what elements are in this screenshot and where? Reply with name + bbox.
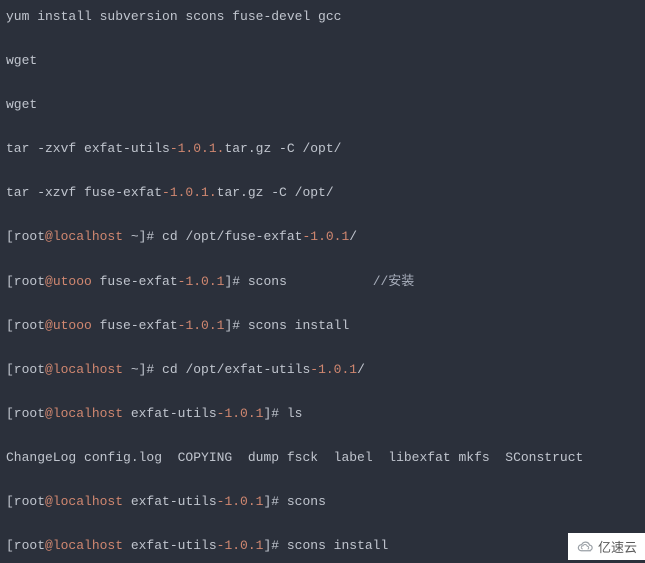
terminal-segment: [root	[6, 318, 45, 333]
terminal-segment: exfat-utils	[123, 494, 217, 509]
terminal-line: [root@localhost exfat-utils-1.0.1]# scon…	[6, 491, 639, 513]
terminal-segment: fuse-exfat	[92, 318, 178, 333]
terminal-segment: -1.0.1	[217, 538, 264, 553]
terminal-line: [root@utooo fuse-exfat-1.0.1]# scons //安…	[6, 271, 639, 293]
terminal-segment: tar -zxvf exfat-utils	[6, 141, 170, 156]
terminal-segment: ]# ls	[263, 406, 302, 421]
cloud-icon	[576, 538, 594, 556]
terminal-segment: yum install subversion scons fuse-devel …	[6, 9, 341, 24]
terminal-segment: /	[357, 362, 365, 377]
terminal-segment: wget	[6, 53, 37, 68]
terminal-segment: [root	[6, 494, 45, 509]
terminal-line: ChangeLog config.log COPYING dump fsck l…	[6, 447, 639, 469]
terminal-segment: tar.gz -C /opt/	[217, 185, 334, 200]
terminal-segment: ]# scons install	[224, 318, 349, 333]
terminal-output: yum install subversion scons fuse-devel …	[0, 0, 645, 563]
terminal-segment: ~]# cd /opt/fuse-exfat	[123, 229, 302, 244]
terminal-segment: ]# scons install	[263, 538, 388, 553]
terminal-segment: exfat-utils	[123, 538, 217, 553]
terminal-segment: tar -xzvf fuse-exfat	[6, 185, 162, 200]
watermark-text: 亿速云	[598, 537, 637, 556]
terminal-segment: tar.gz -C /opt/	[224, 141, 341, 156]
terminal-segment: -1.0.1	[178, 274, 225, 289]
terminal-line: [root@localhost exfat-utils-1.0.1]# ls	[6, 403, 639, 425]
terminal-segment: exfat-utils	[123, 406, 217, 421]
terminal-segment: -1.0.1.	[162, 185, 217, 200]
terminal-segment: //安装	[373, 274, 415, 289]
terminal-segment: ]# scons	[263, 494, 325, 509]
terminal-segment: -1.0.1	[310, 362, 357, 377]
terminal-segment: ChangeLog config.log COPYING dump fsck l…	[6, 450, 583, 465]
terminal-segment: @localhost	[45, 538, 123, 553]
terminal-segment: [root	[6, 274, 45, 289]
terminal-line: tar -zxvf exfat-utils-1.0.1.tar.gz -C /o…	[6, 138, 639, 160]
terminal-segment: ]# scons	[224, 274, 372, 289]
terminal-line: tar -xzvf fuse-exfat-1.0.1.tar.gz -C /op…	[6, 182, 639, 204]
terminal-segment: wget	[6, 97, 37, 112]
terminal-line: wget	[6, 50, 639, 72]
terminal-segment: -1.0.1	[217, 406, 264, 421]
terminal-segment: /	[349, 229, 357, 244]
watermark: 亿速云	[568, 533, 645, 560]
terminal-segment: -1.0.1	[178, 318, 225, 333]
terminal-segment: [root	[6, 362, 45, 377]
terminal-segment: @utooo	[45, 318, 92, 333]
terminal-line: [root@localhost ~]# cd /opt/exfat-utils-…	[6, 359, 639, 381]
terminal-line: wget	[6, 94, 639, 116]
terminal-segment: [root	[6, 538, 45, 553]
terminal-segment: -1.0.1	[217, 494, 264, 509]
terminal-segment: [root	[6, 406, 45, 421]
terminal-line: [root@localhost exfat-utils-1.0.1]# scon…	[6, 535, 639, 557]
terminal-segment: @localhost	[45, 362, 123, 377]
terminal-line: yum install subversion scons fuse-devel …	[6, 6, 639, 28]
terminal-segment: -1.0.1.	[170, 141, 225, 156]
terminal-segment: @localhost	[45, 229, 123, 244]
terminal-segment: fuse-exfat	[92, 274, 178, 289]
terminal-segment: [root	[6, 229, 45, 244]
terminal-segment: @localhost	[45, 494, 123, 509]
terminal-segment: ~]# cd /opt/exfat-utils	[123, 362, 310, 377]
terminal-segment: -1.0.1	[302, 229, 349, 244]
terminal-line: [root@localhost ~]# cd /opt/fuse-exfat-1…	[6, 226, 639, 248]
terminal-segment: @localhost	[45, 406, 123, 421]
terminal-line: [root@utooo fuse-exfat-1.0.1]# scons ins…	[6, 315, 639, 337]
terminal-segment: @utooo	[45, 274, 92, 289]
